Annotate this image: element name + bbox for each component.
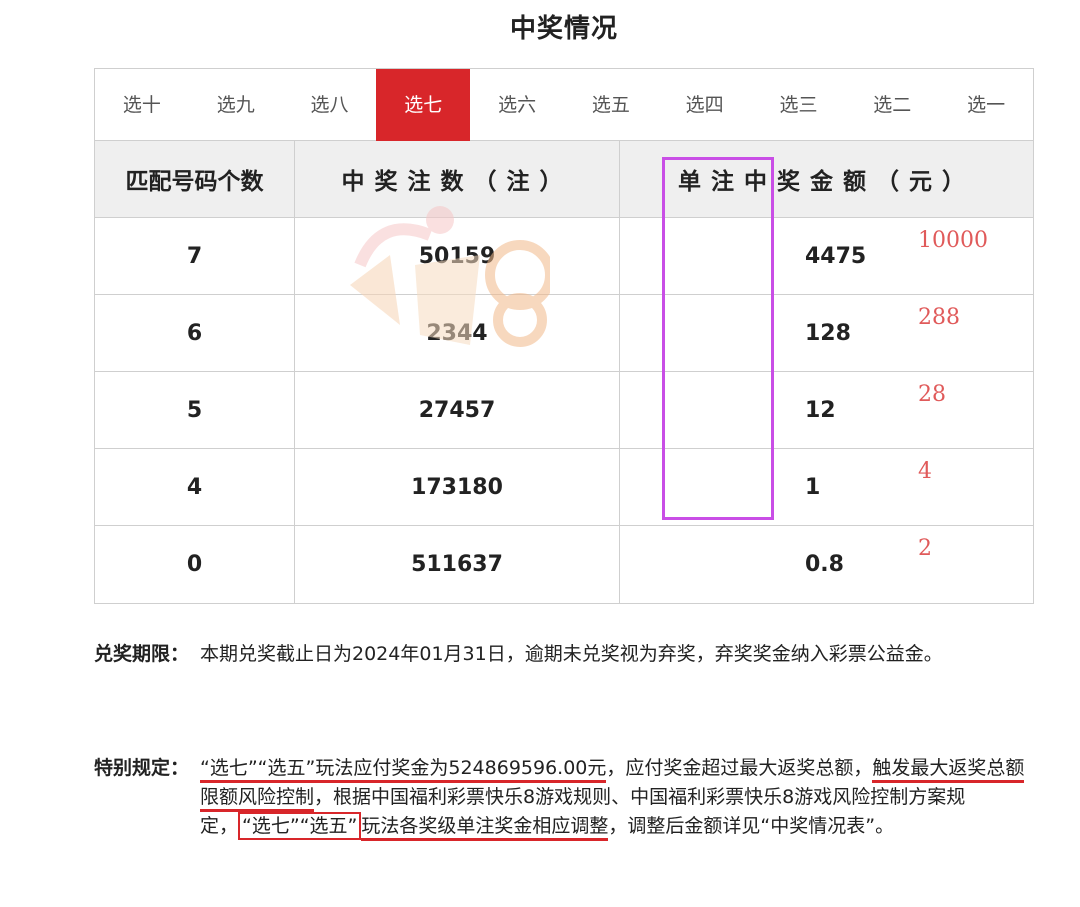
deadline-label: 兑奖期限： (94, 643, 190, 665)
tab-xuanqi[interactable]: 选七 (376, 69, 471, 141)
prize-amount-cell: 0.8 2 (620, 526, 1033, 603)
tab-xuanyi[interactable]: 选一 (939, 69, 1033, 141)
tab-xuansan[interactable]: 选三 (752, 69, 846, 141)
prize-amount-cell: 128 288 (620, 295, 1033, 371)
winning-bets-cell: 2344 (295, 295, 620, 371)
plain-text: ，调整后金额详见“中奖情况表”。 (608, 815, 895, 837)
boxed-text: “选七”“选五” (238, 812, 362, 840)
table-row: 0 511637 0.8 2 (95, 526, 1033, 603)
prize-amount-value: 0.8 (805, 552, 844, 577)
play-type-tabs: 选十 选九 选八 选七 选六 选五 选四 选三 选二 选一 (95, 69, 1033, 141)
table-header-row: 匹配号码个数 中奖注数（注） 单注中奖金额（元） (95, 141, 1033, 218)
match-count-cell: 6 (95, 295, 295, 371)
winning-bets-cell: 511637 (295, 526, 620, 603)
handwritten-annotation: 28 (918, 382, 946, 407)
plain-text: ，应付奖金超过最大返奖总额， (606, 757, 873, 779)
prize-table: 匹配号码个数 中奖注数（注） 单注中奖金额（元） 7 50159 4475 10… (95, 141, 1033, 604)
handwritten-annotation: 2 (918, 536, 932, 561)
winning-bets-cell: 27457 (295, 372, 620, 448)
underlined-text: 调整 (570, 815, 609, 841)
underlined-text: “选七”“选五”玩法应付奖金为524869596.00元 (200, 757, 607, 783)
handwritten-annotation: 288 (918, 305, 960, 330)
winning-bets-cell: 173180 (295, 449, 620, 525)
table-row: 5 27457 12 28 (95, 372, 1033, 449)
match-count-cell: 5 (95, 372, 295, 448)
special-label: 特别规定： (94, 757, 190, 779)
winning-bets-cell: 50159 (295, 218, 620, 294)
tab-xuanliu[interactable]: 选六 (470, 69, 564, 141)
redeem-deadline-note: 兑奖期限： 本期兑奖截止日为2024年01月31日，逾期未兑奖视为弃奖，弃奖奖金… (94, 640, 1036, 669)
prize-amount-value: 1 (805, 474, 821, 500)
page: 中奖情况 选十 选九 选八 选七 选六 选五 选四 选三 选二 选一 匹配号码个… (0, 0, 1080, 907)
table-row: 4 173180 1 4 (95, 449, 1033, 526)
match-count-cell: 4 (95, 449, 295, 525)
prize-amount-value: 12 (805, 397, 836, 423)
tab-xuaner[interactable]: 选二 (845, 69, 939, 141)
header-match-count: 匹配号码个数 (95, 141, 295, 217)
header-prize-amount: 单注中奖金额（元） (678, 169, 975, 195)
handwritten-annotation: 4 (918, 459, 932, 484)
prize-amount-value: 4475 (805, 243, 867, 269)
tab-xuansi[interactable]: 选四 (658, 69, 752, 141)
table-row: 6 2344 128 288 (95, 295, 1033, 372)
prize-amount-cell: 12 28 (620, 372, 1033, 448)
prize-amount-cell: 4475 10000 (620, 218, 1033, 294)
special-text: “选七”“选五”玩法应付奖金为524869596.00元，应付奖金超过最大返奖总… (200, 754, 1036, 841)
tab-xuanjiu[interactable]: 选九 (189, 69, 283, 141)
special-rule-note: 特别规定： “选七”“选五”玩法应付奖金为524869596.00元，应付奖金超… (94, 754, 1036, 841)
deadline-text: 本期兑奖截止日为2024年01月31日，逾期未兑奖视为弃奖，弃奖奖金纳入彩票公益… (200, 643, 943, 665)
prize-amount-cell: 1 4 (620, 449, 1033, 525)
underlined-text: 玩法各奖级单注奖金相应 (361, 815, 571, 841)
match-count-cell: 0 (95, 526, 295, 603)
prize-amount-value: 128 (805, 320, 851, 346)
table-row: 7 50159 4475 10000 (95, 218, 1033, 295)
header-winning-bets: 中奖注数（注） (295, 141, 620, 217)
tab-xuanwu[interactable]: 选五 (564, 69, 658, 141)
page-title: 中奖情况 (509, 14, 618, 44)
tab-xuanba[interactable]: 选八 (283, 69, 377, 141)
tab-xuanshi[interactable]: 选十 (95, 69, 189, 141)
match-count-cell: 7 (95, 218, 295, 294)
handwritten-annotation: 10000 (918, 228, 988, 253)
prize-board: 选十 选九 选八 选七 选六 选五 选四 选三 选二 选一 匹配号码个数 中奖注… (94, 68, 1034, 604)
